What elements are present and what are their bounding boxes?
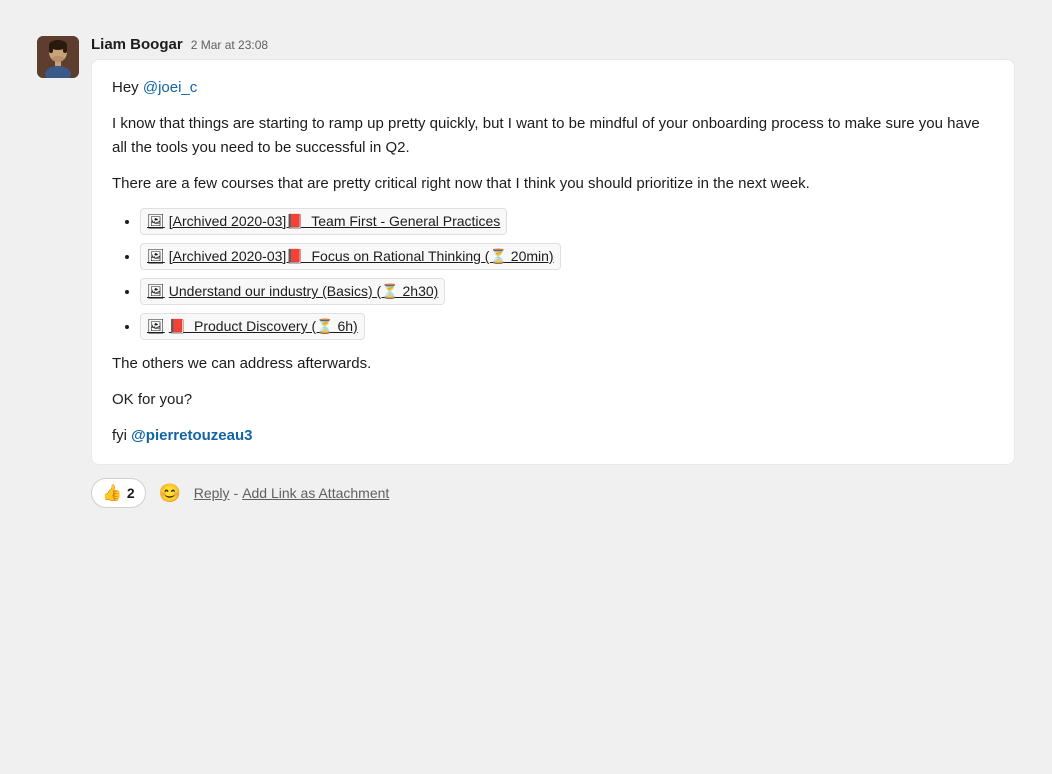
course-link-text-1: [Archived 2020-03]📕 Team First - General… [169, 211, 501, 232]
body-paragraph-1: I know that things are starting to ramp … [112, 112, 994, 160]
course-list: 🖼 [Archived 2020-03]📕 Team First - Gener… [112, 208, 994, 340]
course-link-4[interactable]: 🖼 📕 Product Discovery (⏳ 6h) [140, 313, 365, 340]
mention-pierre[interactable]: @pierretouzeau3 [131, 427, 252, 444]
course-link-text-4: 📕 Product Discovery (⏳ 6h) [169, 316, 358, 337]
message-header: Liam Boogar 2 Mar at 23:08 [91, 36, 1015, 53]
greeting-paragraph: Hey @joei_c [112, 76, 994, 100]
greeting-text: Hey [112, 79, 143, 96]
avatar [37, 36, 79, 78]
body-paragraph-3: The others we can address afterwards. [112, 352, 994, 376]
add-reaction-button[interactable]: 😊 [154, 477, 186, 509]
action-links: Reply - Add Link as Attachment [194, 485, 390, 501]
list-item: 🖼 [Archived 2020-03]📕 Focus on Rational … [140, 243, 994, 270]
body-paragraph-4: OK for you? [112, 388, 994, 412]
reply-link[interactable]: Reply [194, 485, 230, 501]
fyi-text: fyi [112, 427, 131, 444]
course-icon-1: 🖼 [147, 211, 165, 232]
author-name: Liam Boogar [91, 36, 183, 53]
reaction-count: 2 [127, 485, 135, 501]
course-link-text-2: [Archived 2020-03]📕 Focus on Rational Th… [169, 246, 554, 267]
course-icon-4: 🖼 [147, 316, 165, 337]
timestamp: 2 Mar at 23:08 [191, 38, 268, 52]
list-item: 🖼 [Archived 2020-03]📕 Team First - Gener… [140, 208, 994, 235]
fyi-paragraph: fyi @pierretouzeau3 [112, 424, 994, 448]
body-paragraph-2: There are a few courses that are pretty … [112, 172, 994, 196]
thumbsup-reaction-button[interactable]: 👍 2 [91, 478, 146, 508]
thumbsup-emoji: 👍 [102, 483, 122, 503]
course-link-text-3: Understand our industry (Basics) (⏳ 2h30… [169, 281, 439, 302]
add-link-attachment-link[interactable]: Add Link as Attachment [242, 485, 389, 501]
list-item: 🖼 📕 Product Discovery (⏳ 6h) [140, 313, 994, 340]
add-reaction-icon: 😊 [159, 483, 181, 504]
message-content: Liam Boogar 2 Mar at 23:08 Hey @joei_c I… [91, 36, 1015, 521]
mention-joei[interactable]: @joei_c [143, 79, 197, 96]
course-link-1[interactable]: 🖼 [Archived 2020-03]📕 Team First - Gener… [140, 208, 507, 235]
message-actions: 👍 2 😊 Reply - Add Link as Attachment [91, 473, 1015, 521]
course-icon-2: 🖼 [147, 246, 165, 267]
course-link-2[interactable]: 🖼 [Archived 2020-03]📕 Focus on Rational … [140, 243, 561, 270]
avatar-image [37, 36, 79, 78]
list-item: 🖼 Understand our industry (Basics) (⏳ 2h… [140, 278, 994, 305]
message-bubble: Hey @joei_c I know that things are start… [91, 59, 1015, 465]
message-container: Liam Boogar 2 Mar at 23:08 Hey @joei_c I… [21, 20, 1031, 521]
action-separator: - [234, 485, 239, 501]
course-link-3[interactable]: 🖼 Understand our industry (Basics) (⏳ 2h… [140, 278, 445, 305]
course-icon-3: 🖼 [147, 281, 165, 302]
